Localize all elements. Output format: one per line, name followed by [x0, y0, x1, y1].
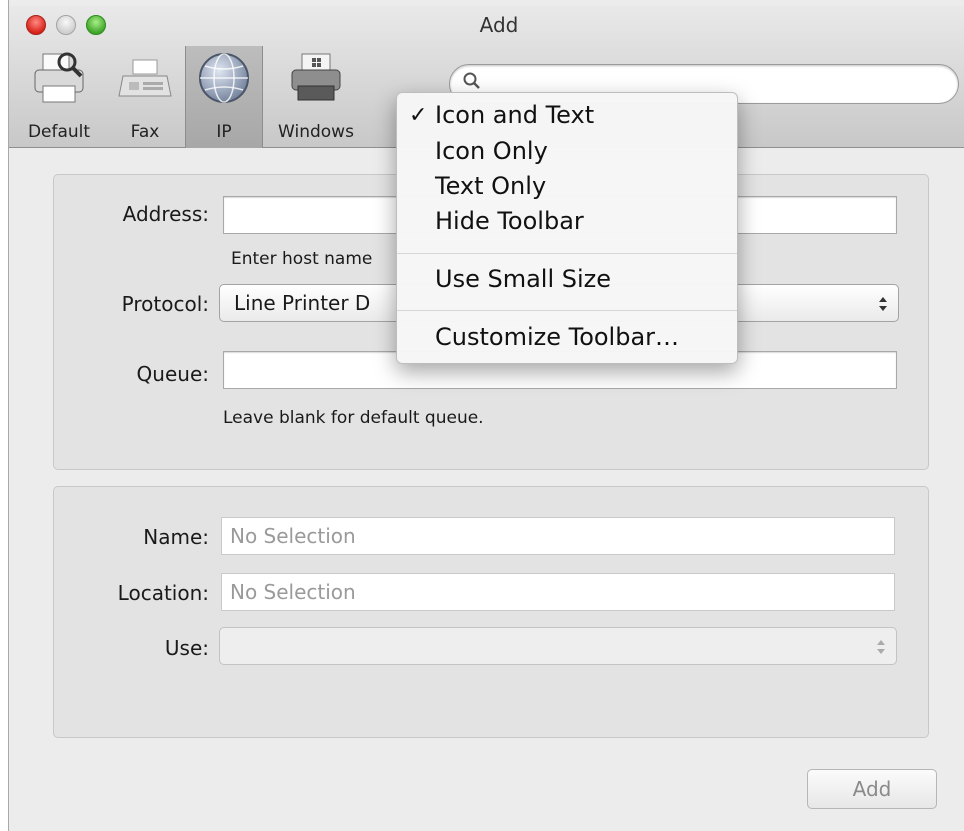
menu-item-label: Text Only: [435, 172, 547, 200]
toolbar-label-windows: Windows: [278, 122, 354, 142]
toolbar-label-ip: IP: [216, 122, 232, 142]
search-icon: [463, 72, 480, 89]
menu-item-use-small-size[interactable]: Use Small Size: [397, 265, 737, 297]
menu-item-icon-only[interactable]: Icon Only: [397, 137, 737, 169]
menu-item-icon-and-text[interactable]: ✓ Icon and Text: [397, 101, 737, 133]
menu-item-label: Customize Toolbar…: [435, 323, 680, 351]
close-window-button[interactable]: [26, 15, 46, 35]
checkmark-icon: ✓: [409, 103, 428, 128]
menu-item-label: Hide Toolbar: [435, 207, 584, 235]
menu-item-text-only[interactable]: Text Only: [397, 172, 737, 204]
add-button[interactable]: Add: [807, 769, 937, 809]
ip-globe-icon: [199, 53, 249, 103]
menu-item-label: Icon Only: [435, 137, 548, 165]
toolbar-item-ip[interactable]: IP: [185, 46, 263, 148]
zoom-window-button[interactable]: [86, 15, 106, 35]
name-label: Name:: [143, 525, 209, 549]
use-label: Use:: [164, 636, 209, 660]
address-label: Address:: [122, 202, 209, 226]
toolbar-item-default[interactable]: Default: [19, 46, 99, 148]
location-input[interactable]: No Selection: [221, 573, 895, 611]
default-printer-icon: [34, 52, 84, 103]
menu-item-hide-toolbar[interactable]: Hide Toolbar: [397, 207, 737, 239]
window-title: Add: [479, 13, 519, 37]
minimize-window-button[interactable]: [56, 15, 76, 35]
menu-item-label: Icon and Text: [435, 101, 595, 129]
menu-item-customize-toolbar[interactable]: Customize Toolbar…: [397, 323, 737, 355]
popup-arrows-icon: [879, 297, 887, 311]
address-hint: Enter host name: [231, 249, 373, 269]
menu-separator: [397, 253, 737, 254]
toolbar-label-default: Default: [27, 122, 91, 142]
name-input[interactable]: No Selection: [221, 517, 895, 555]
toolbar-item-windows[interactable]: Windows: [267, 46, 365, 148]
popup-arrows-icon: [877, 640, 885, 654]
queue-label: Queue:: [136, 362, 209, 386]
queue-hint: Leave blank for default queue.: [223, 408, 484, 428]
protocol-label: Protocol:: [121, 292, 209, 316]
toolbar-item-fax[interactable]: Fax: [109, 46, 181, 148]
toolbar-label-fax: Fax: [130, 122, 160, 142]
location-label: Location:: [117, 581, 209, 605]
windows-printer-icon: [291, 53, 341, 101]
menu-item-label: Use Small Size: [435, 265, 612, 293]
use-popup[interactable]: [219, 627, 897, 665]
menu-separator: [397, 310, 737, 311]
toolbar-context-menu: ✓ Icon and Text Icon Only Text Only Hide…: [396, 92, 738, 364]
protocol-value: Line Printer D: [234, 291, 371, 315]
fax-icon: [118, 59, 172, 97]
